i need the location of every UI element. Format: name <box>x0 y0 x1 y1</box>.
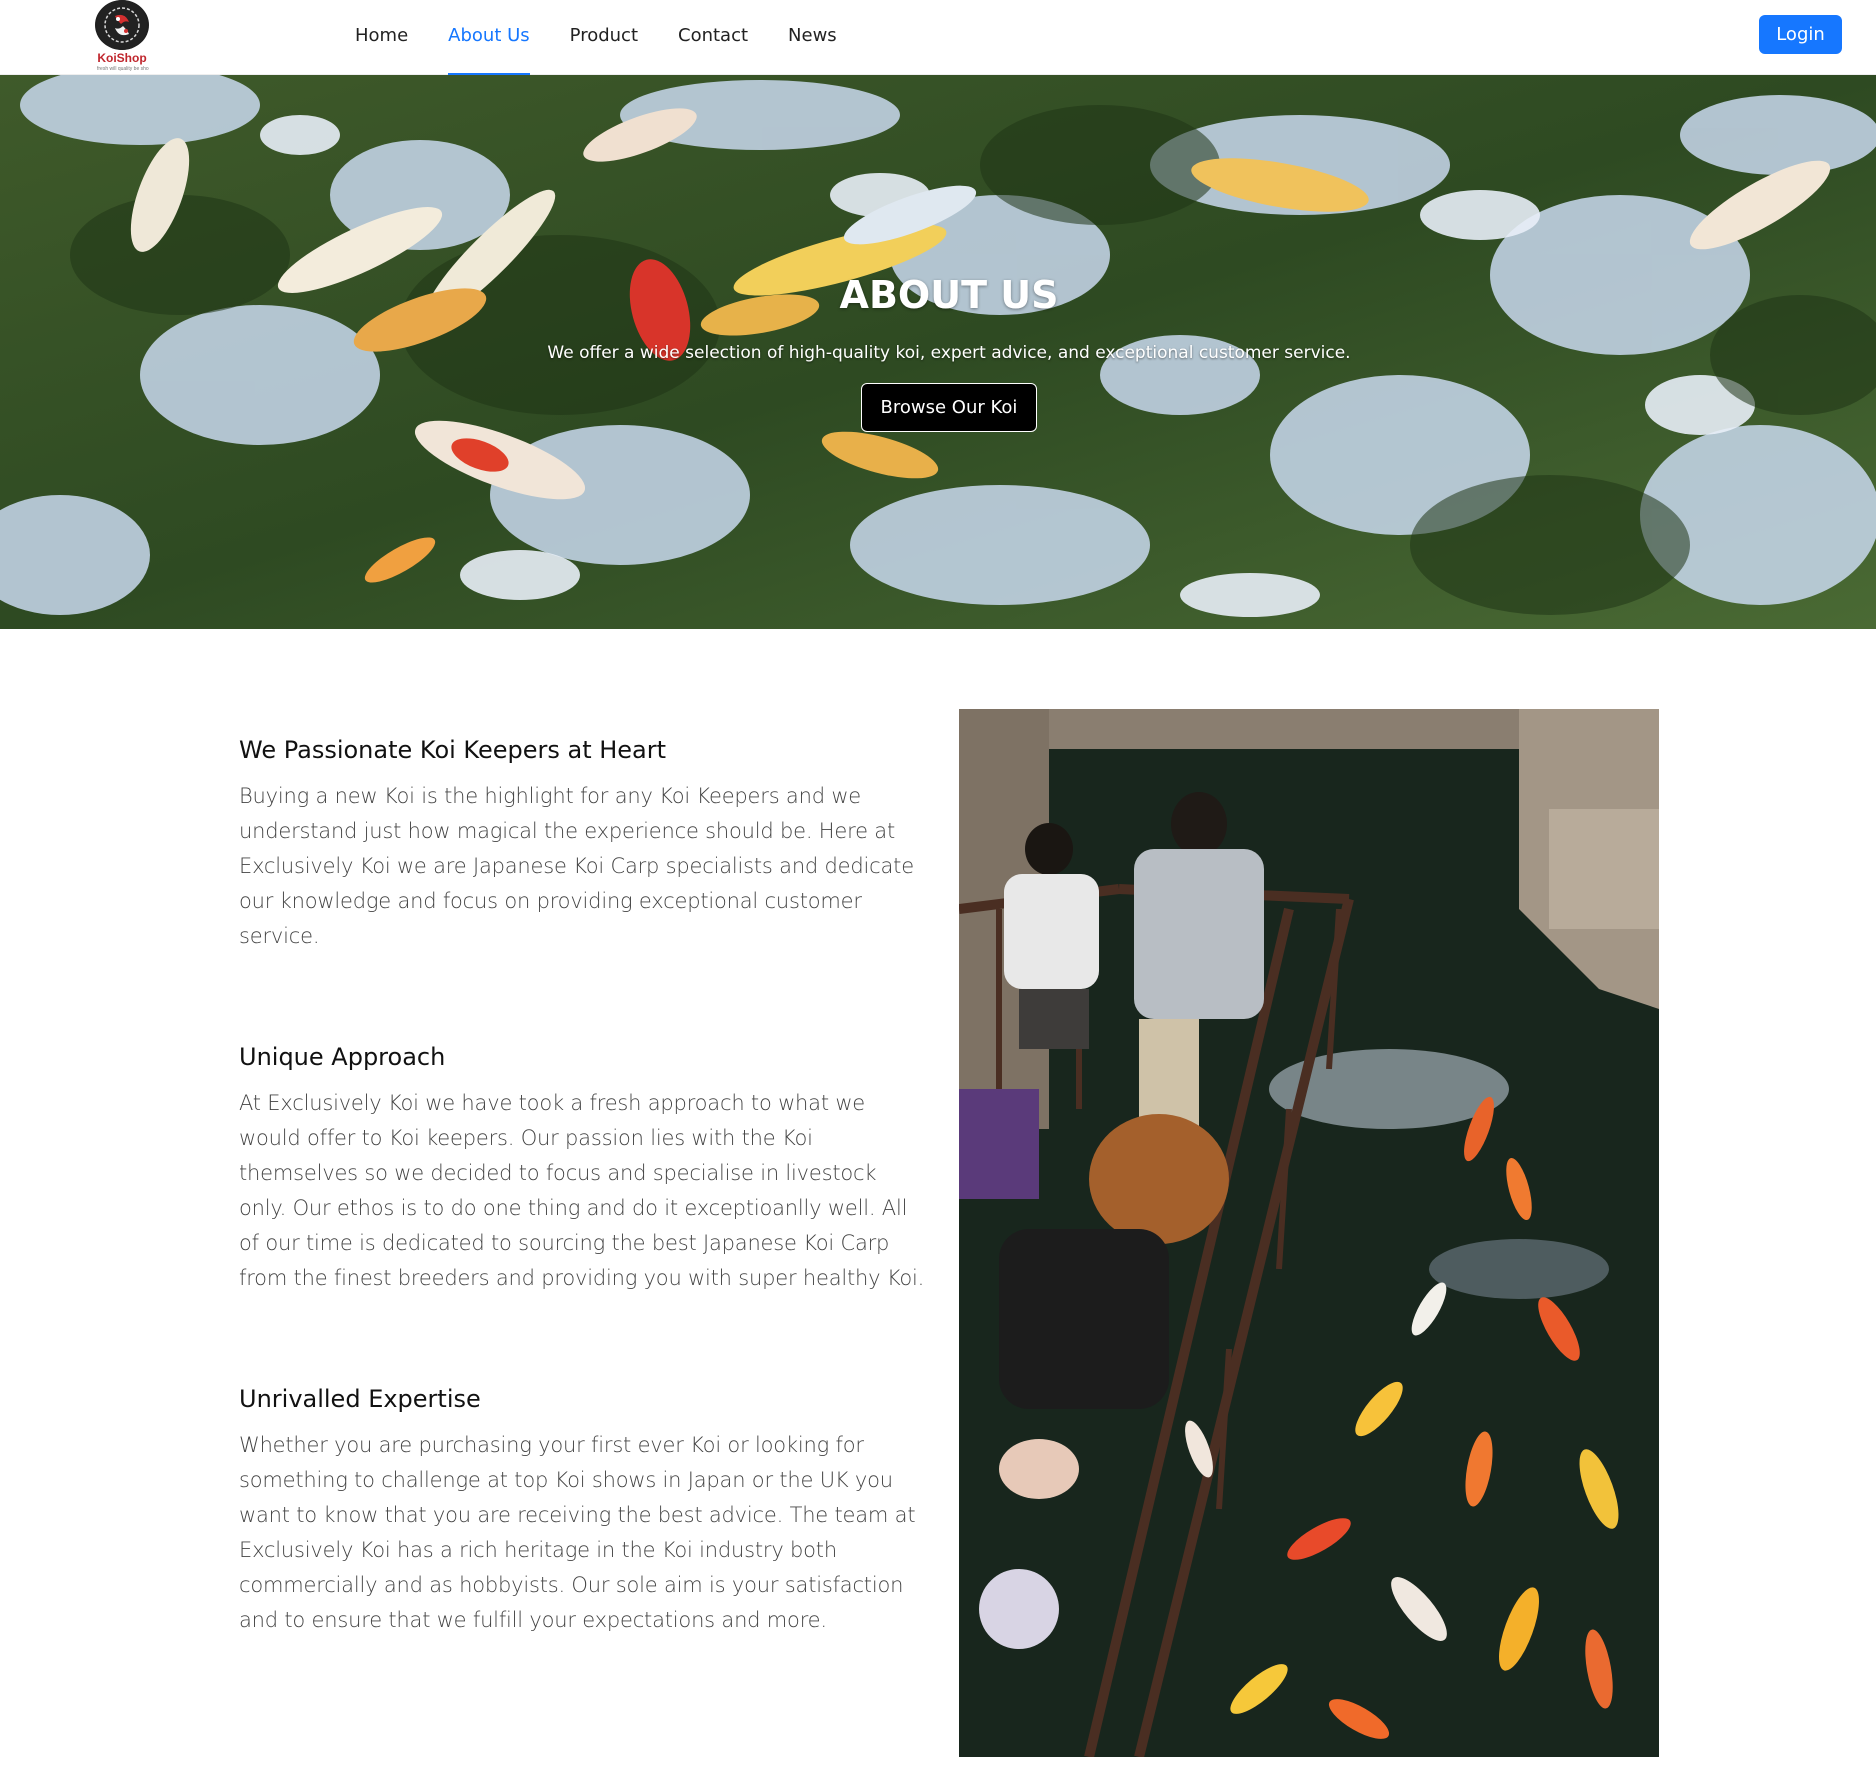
section-unrivalled-expertise: Unrivalled Expertise Whether you are pur… <box>239 1384 929 1638</box>
hero-subtitle: We offer a wide selection of high-qualit… <box>547 343 1351 363</box>
section-heading: Unrivalled Expertise <box>239 1385 481 1413</box>
section-heading: Unique Approach <box>239 1043 446 1071</box>
nav-about-us[interactable]: About Us <box>448 0 530 75</box>
nav-product[interactable]: Product <box>570 0 638 75</box>
section-passionate-keepers: We Passionate Koi Keepers at Heart Buyin… <box>239 735 929 954</box>
hero-title: ABOUT US <box>839 273 1059 317</box>
nav-news[interactable]: News <box>788 0 837 75</box>
koi-pond-visitors-photo <box>959 709 1659 1757</box>
brand-name: KoiShop <box>97 51 147 65</box>
section-heading: We Passionate Koi Keepers at Heart <box>239 736 667 764</box>
nav-home[interactable]: Home <box>355 0 408 75</box>
top-navbar: KoiShop fresh will quality be shop Home … <box>0 0 1876 75</box>
brand-tagline: fresh will quality be shop <box>97 66 149 72</box>
section-unique-approach: Unique Approach At Exclusively Koi we ha… <box>239 1042 929 1296</box>
brand-logo[interactable]: KoiShop fresh will quality be shop <box>93 0 151 74</box>
koi-logo-icon <box>95 0 149 50</box>
nav-contact[interactable]: Contact <box>678 0 748 75</box>
hero-banner: ABOUT US We offer a wide selection of hi… <box>0 75 1876 629</box>
about-content: We Passionate Koi Keepers at Heart Buyin… <box>239 735 929 1726</box>
section-body: At Exclusively Koi we have took a fresh … <box>239 1091 925 1290</box>
browse-koi-button[interactable]: Browse Our Koi <box>861 383 1037 432</box>
section-body: Whether you are purchasing your first ev… <box>239 1433 916 1632</box>
login-button[interactable]: Login <box>1759 15 1842 54</box>
main-nav: Home About Us Product Contact News <box>355 0 877 75</box>
section-body: Buying a new Koi is the highlight for an… <box>239 784 914 948</box>
